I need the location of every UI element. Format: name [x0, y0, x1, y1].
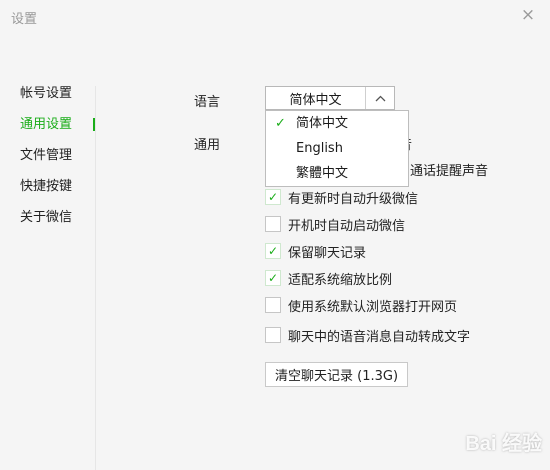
option-label: 开机时自动启动微信 — [288, 218, 406, 234]
sidebar-item-general[interactable]: 通用设置 — [0, 109, 96, 140]
language-select-value: 简体中文 — [289, 92, 342, 108]
sidebar-item-shortcuts[interactable]: 快捷按键 — [0, 171, 96, 202]
option-label: 使用系统默认浏览器打开网页 — [288, 299, 458, 315]
checkbox[interactable]: ✓ — [265, 243, 281, 259]
language-dropdown: ✓ 简体中文 English 繁體中文 — [265, 110, 409, 187]
option-label: 通话提醒声音 — [410, 163, 489, 179]
option-default-browser[interactable]: 使用系统默认浏览器打开网页 — [265, 295, 457, 315]
option-auto-start[interactable]: 开机时自动启动微信 — [265, 214, 405, 234]
checkbox[interactable]: ✓ — [265, 189, 281, 205]
option-system-scaling[interactable]: ✓ 适配系统缩放比例 — [265, 268, 392, 288]
sidebar-item-files[interactable]: 文件管理 — [0, 140, 96, 171]
option-auto-update[interactable]: ✓ 有更新时自动升级微信 — [265, 187, 418, 207]
sidebar-item-account[interactable]: 帐号设置 — [0, 78, 96, 109]
sidebar-divider — [95, 86, 96, 470]
option-label: 保留聊天记录 — [288, 245, 367, 261]
option-label: 有更新时自动升级微信 — [288, 191, 419, 207]
option-voice-to-text[interactable]: 聊天中的语音消息自动转成文字 — [265, 325, 470, 345]
language-option-simplified[interactable]: ✓ 简体中文 — [266, 111, 408, 136]
sidebar-item-about[interactable]: 关于微信 — [0, 202, 96, 233]
close-icon: × — [520, 5, 536, 25]
checkbox[interactable] — [265, 327, 281, 343]
chevron-up-icon[interactable] — [365, 87, 394, 109]
clear-chat-history-button[interactable]: 清空聊天记录 (1.3G) — [265, 362, 409, 387]
option-label: 适配系统缩放比例 — [288, 272, 393, 288]
language-select[interactable]: 简体中文 — [265, 86, 395, 110]
sidebar: 帐号设置 通用设置 文件管理 快捷按键 关于微信 — [0, 78, 96, 233]
checkbox[interactable]: ✓ — [265, 270, 281, 286]
option-keep-history[interactable]: ✓ 保留聊天记录 — [265, 241, 366, 261]
watermark: Bai 经验 — [465, 433, 542, 455]
checkbox[interactable] — [265, 216, 281, 232]
language-option-english[interactable]: English — [266, 136, 408, 161]
close-button[interactable]: × — [516, 4, 540, 26]
general-label: 通用 — [194, 138, 221, 153]
check-icon: ✓ — [275, 116, 286, 131]
checkbox[interactable] — [265, 297, 281, 313]
window-title: 设置 — [11, 12, 38, 27]
settings-window: 设置 × 帐号设置 通用设置 文件管理 快捷按键 关于微信 语言 通用 简体中文… — [0, 0, 550, 470]
language-option-traditional[interactable]: 繁體中文 — [266, 161, 408, 186]
language-label: 语言 — [194, 95, 221, 110]
option-label: 聊天中的语音消息自动转成文字 — [288, 329, 471, 345]
